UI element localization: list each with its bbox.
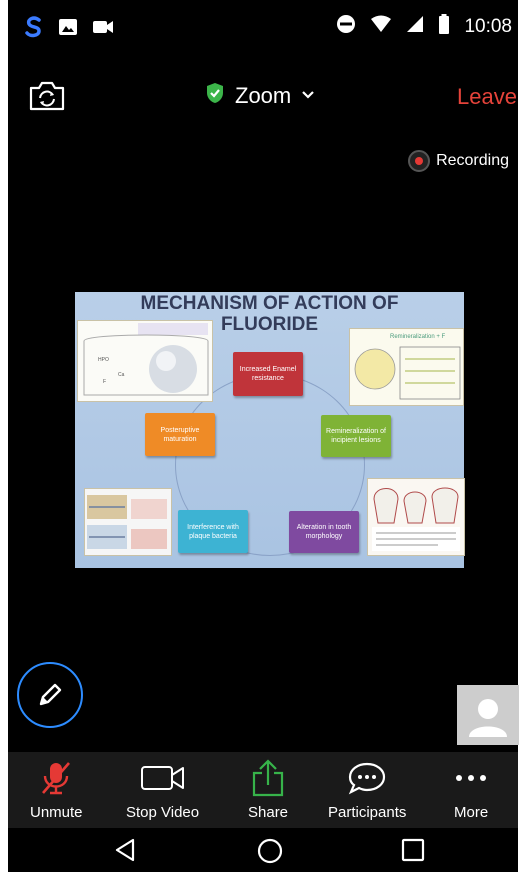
share-label: Share [248,804,289,821]
stop-video-label: Stop Video [126,804,200,821]
recording-icon [408,150,431,172]
home-button[interactable] [257,838,283,869]
svg-text:HPO: HPO [98,357,109,363]
cell-signal-icon [406,15,424,38]
video-camera-icon [140,766,184,790]
annotate-button[interactable] [17,662,83,728]
svg-text:Ca: Ca [118,372,125,378]
more-label: More [454,804,489,821]
image-notification-icon [58,18,78,41]
svg-text:Remineralization + F: Remineralization + F [390,334,446,340]
slide-figure-tooth-morphology [367,478,465,556]
back-triangle-icon [115,838,135,862]
video-notification-icon [92,19,114,40]
more-button[interactable]: More [454,760,488,821]
recents-square-icon [401,838,425,862]
shared-screen-slide[interactable]: MECHANISM OF ACTION OF FLUORIDE HPO Ca F… [75,292,465,568]
recording-label: Recording [436,152,509,169]
meeting-title-dropdown[interactable]: Zoom [205,82,315,109]
participant-video-thumbnail[interactable] [457,685,519,745]
slide-title-line1: MECHANISM OF ACTION OF [140,293,399,314]
cycle-box-remineralization: Remineralization of incipient lesions [321,415,391,457]
recording-indicator[interactable]: Recording [408,150,509,172]
s-app-icon [24,16,44,43]
share-icon [252,759,284,797]
meeting-title: Zoom [235,82,292,108]
recents-button[interactable] [401,838,425,867]
cycle-box-tooth-morphology: Alteration in tooth morphology [289,511,359,553]
wifi-icon [370,15,392,38]
frame-left-edge [0,0,8,876]
leave-button[interactable]: Leave [457,84,517,110]
chat-bubble-icon [348,762,386,795]
status-bar: 10:08 [8,0,518,56]
back-button[interactable] [114,838,138,867]
pencil-icon [39,683,62,706]
battery-icon [438,14,450,39]
more-dots-icon [456,775,487,781]
cycle-box-enamel-resistance: Increased Enamel resistance [233,352,303,396]
participants-label: Participants [328,804,407,821]
chevron-down-icon [301,87,315,105]
slide-figure-remineralization: Remineralization + F [349,328,464,406]
unmute-label: Unmute [30,804,83,821]
switch-camera-icon [29,81,65,111]
slide-figure-plaque [84,488,172,556]
frame-bottom-edge [0,872,521,876]
cycle-box-plaque-bacteria: Interference with plaque bacteria [178,510,248,553]
clock: 10:08 [464,15,512,37]
avatar-icon [469,699,507,737]
svg-text:F: F [103,379,106,385]
meeting-toolbar: Unmute Stop Video Share Participants Mor… [8,752,518,828]
participants-button[interactable]: Participants [328,760,406,821]
home-circle-icon [257,838,283,864]
unmute-button[interactable]: Unmute [30,760,83,821]
slide-figure-enamel: HPO Ca F [77,320,213,402]
stop-video-button[interactable]: Stop Video [126,760,199,821]
switch-camera-button[interactable] [27,80,67,112]
muted-microphone-icon [42,762,71,795]
shield-check-icon [205,82,225,109]
cycle-box-posteruptive: Posteruptive maturation [145,413,215,456]
share-button[interactable]: Share [248,759,289,821]
do-not-disturb-icon [336,14,356,39]
system-navigation-bar [8,828,518,872]
